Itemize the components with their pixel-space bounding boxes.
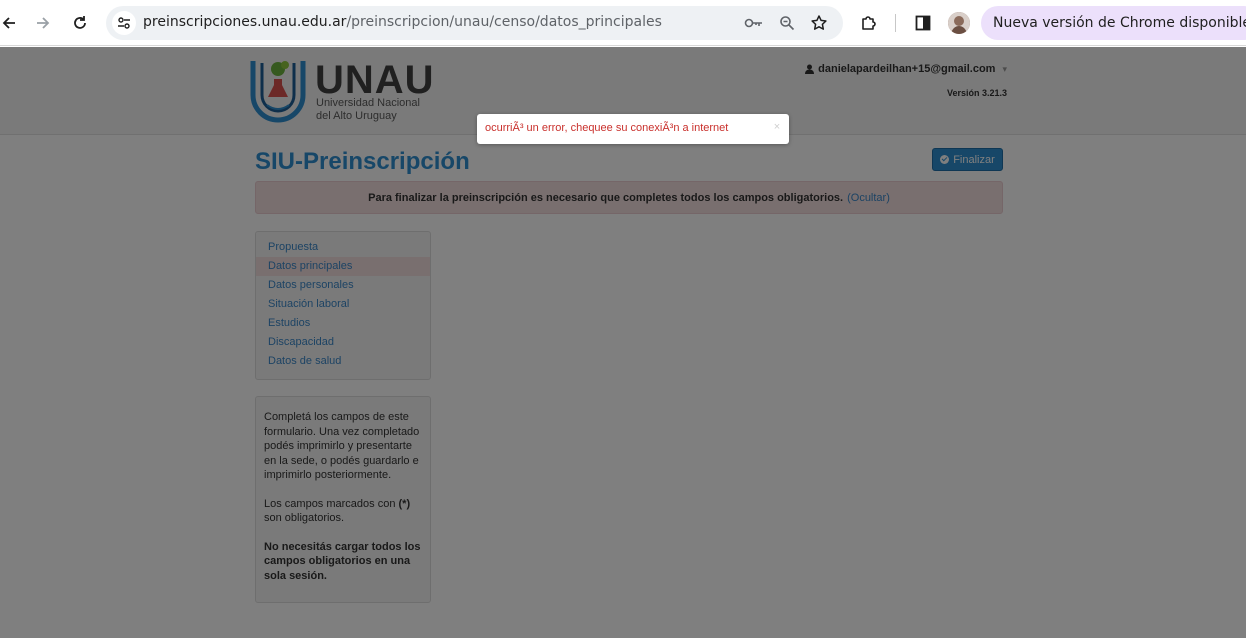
- side-panel-icon[interactable]: [908, 8, 938, 38]
- password-key-icon[interactable]: [744, 13, 764, 33]
- web-page: UNAU Universidad Nacional del Alto Urugu…: [0, 47, 1246, 638]
- chrome-update-button[interactable]: Nueva versión de Chrome disponible: [981, 6, 1246, 40]
- chrome-update-label: Nueva versión de Chrome disponible: [993, 15, 1246, 31]
- reload-icon[interactable]: [65, 8, 95, 38]
- zoom-icon[interactable]: [777, 13, 797, 33]
- close-icon[interactable]: ×: [771, 120, 783, 134]
- url-host: preinscripciones.unau.edu.ar: [143, 14, 347, 30]
- error-message: ocurriÃ³ un error, chequee su conexiÃ³n …: [485, 122, 729, 134]
- back-icon[interactable]: [0, 8, 24, 38]
- extensions-icon[interactable]: [854, 8, 884, 38]
- address-bar[interactable]: preinscripciones.unau.edu.ar/preinscripc…: [106, 6, 843, 40]
- forward-icon[interactable]: [28, 8, 58, 38]
- url-path: /preinscripcion/unau/censo/datos_princip…: [346, 14, 662, 30]
- url-text[interactable]: preinscripciones.unau.edu.ar/preinscripc…: [143, 14, 662, 30]
- browser-toolbar: preinscripciones.unau.edu.ar/preinscripc…: [0, 0, 1246, 46]
- error-toast: ocurriÃ³ un error, chequee su conexiÃ³n …: [477, 114, 789, 144]
- site-settings-icon[interactable]: [112, 11, 136, 35]
- profile-avatar[interactable]: [948, 12, 970, 34]
- toolbar-divider: [895, 14, 896, 32]
- bookmark-star-icon[interactable]: [809, 13, 829, 33]
